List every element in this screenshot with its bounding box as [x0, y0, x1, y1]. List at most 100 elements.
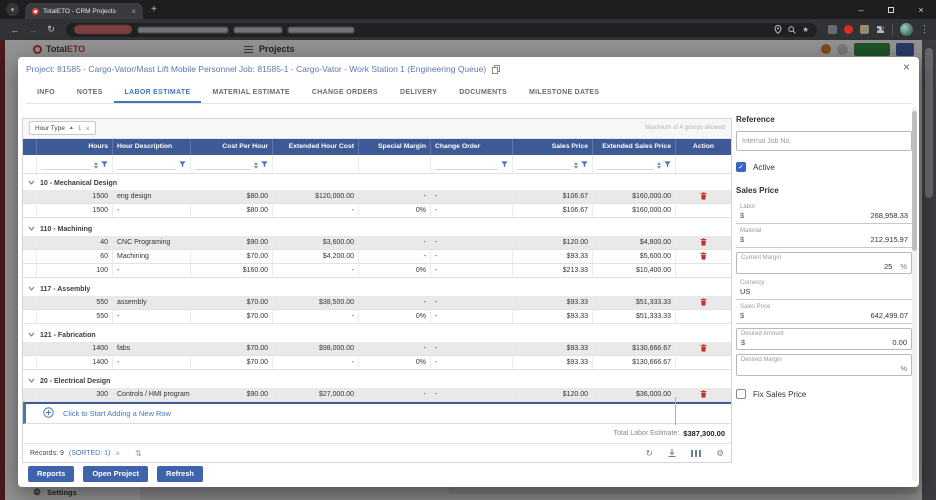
browser-tab[interactable]: TotalETO - CRM Projects × [25, 3, 143, 19]
cell-hour-description[interactable]: CNC Programing [113, 236, 191, 249]
extension-icon[interactable] [844, 25, 853, 34]
cell-extended-sales-price[interactable]: $5,600.00 [593, 250, 676, 263]
filter-cell-extended-sales-price[interactable] [593, 155, 676, 174]
cell-hour-description[interactable]: Controls / HMI program... [113, 388, 191, 401]
maximize-button[interactable] [876, 0, 906, 19]
delete-row-button[interactable] [700, 299, 707, 306]
filter-funnel-icon[interactable] [664, 161, 671, 170]
cell-change-order[interactable]: - [431, 296, 513, 309]
filter-cell-change-order[interactable] [431, 155, 513, 174]
grid-settings-gear-icon[interactable]: ⚙ [716, 448, 724, 459]
filter-funnel-icon[interactable] [101, 161, 108, 170]
column-header-sales-price[interactable]: Sales Price [513, 139, 593, 155]
tab-material-estimate[interactable]: MATERIAL ESTIMATE [201, 83, 300, 103]
zoom-search-icon[interactable] [788, 26, 796, 34]
cell-change-order[interactable]: - [431, 342, 513, 355]
cell-cost-per-hour[interactable]: $70.00 [191, 296, 273, 309]
cell-special-margin[interactable]: - [359, 388, 431, 401]
cell-extended-hour-cost[interactable]: $98,000.00 [273, 342, 359, 355]
add-new-row-button[interactable]: Click to Start Adding a New Row [23, 402, 731, 424]
group-row[interactable]: 110 - Machining [23, 222, 731, 236]
filter-cell-hour-description[interactable] [113, 155, 191, 174]
minimize-button[interactable]: – [846, 0, 876, 19]
filter-cell-sales-price[interactable] [513, 155, 593, 174]
group-row[interactable]: 117 - Assembly [23, 282, 731, 296]
cell-change-order[interactable]: - [431, 250, 513, 263]
column-header-special-margin[interactable]: Special Margin [359, 139, 431, 155]
remove-group-icon[interactable]: × [85, 124, 89, 133]
chevron-down-icon[interactable] [28, 226, 35, 233]
cell-sales-price[interactable]: $93.33 [513, 342, 593, 355]
cell-cost-per-hour[interactable]: $80.00 [191, 190, 273, 203]
cell-sales-price[interactable]: $120.00 [513, 236, 593, 249]
cell-hours[interactable]: 60 [37, 250, 113, 263]
chevron-down-icon[interactable] [28, 332, 35, 339]
close-icon[interactable]: × [903, 60, 910, 74]
browser-scrollbar[interactable] [922, 40, 936, 500]
tab-change-orders[interactable]: CHANGE ORDERS [301, 83, 389, 103]
cell-cost-per-hour[interactable]: $90.00 [191, 236, 273, 249]
cell-extended-hour-cost[interactable]: $27,000.00 [273, 388, 359, 401]
cell-extended-sales-price[interactable]: $160,000.00 [593, 190, 676, 203]
tab-milestone-dates[interactable]: MILESTONE DATES [518, 83, 610, 103]
chevron-down-icon[interactable] [28, 286, 35, 293]
cell-extended-hour-cost[interactable]: $120,000.00 [273, 190, 359, 203]
back-button[interactable]: ← [7, 25, 23, 35]
active-checkbox[interactable]: ✓ [736, 162, 746, 172]
reports-button[interactable]: Reports [28, 466, 74, 482]
cell-change-order[interactable]: - [431, 388, 513, 401]
copy-icon[interactable] [492, 65, 500, 74]
cell-extended-hour-cost[interactable]: $3,600.00 [273, 236, 359, 249]
current-margin-field[interactable]: Current Margin 25% [736, 252, 912, 274]
delete-row-button[interactable] [700, 253, 707, 260]
cell-change-order[interactable]: - [431, 190, 513, 203]
cell-special-margin[interactable]: - [359, 190, 431, 203]
group-row[interactable]: 10 - Mechanical Design [23, 176, 731, 190]
number-spinner-icon[interactable] [574, 162, 578, 169]
number-spinner-icon[interactable] [94, 162, 98, 169]
column-header-extended-sales-price[interactable]: Extended Sales Price [593, 139, 676, 155]
cell-hour-description[interactable]: eng design [113, 190, 191, 203]
filter-input[interactable] [195, 160, 251, 170]
group-row[interactable]: 121 - Fabrication [23, 328, 731, 342]
tab-search-button[interactable]: ▾ [6, 3, 19, 16]
tab-delivery[interactable]: DELIVERY [389, 83, 448, 103]
material-field[interactable]: Material $212,915.97 [736, 226, 912, 248]
desired-margin-field[interactable]: Desired Margin % [736, 354, 912, 376]
filter-cell-hours[interactable] [37, 155, 113, 174]
delete-row-button[interactable] [700, 239, 707, 246]
cell-special-margin[interactable]: - [359, 236, 431, 249]
cell-hour-description[interactable]: fabs [113, 342, 191, 355]
cell-hours[interactable]: 550 [37, 296, 113, 309]
sales-price-field[interactable]: Sales Price $642,499.07 [736, 302, 912, 324]
reload-button[interactable]: ↻ [43, 24, 59, 35]
column-header-hours[interactable]: Hours [37, 139, 113, 155]
cell-hours[interactable]: 300 [37, 388, 113, 401]
cell-special-margin[interactable]: - [359, 296, 431, 309]
desired-amount-field[interactable]: Desired Amount $0.00 [736, 328, 912, 350]
delete-row-button[interactable] [700, 345, 707, 352]
location-pin-icon[interactable] [774, 25, 782, 34]
bookmark-star-icon[interactable]: ★ [802, 26, 809, 34]
filter-cell-cost-per-hour[interactable] [191, 155, 273, 174]
number-spinner-icon[interactable] [657, 162, 661, 169]
download-icon[interactable] [668, 449, 676, 458]
refresh-button[interactable]: Refresh [157, 466, 203, 482]
cell-hours[interactable]: 40 [37, 236, 113, 249]
filter-funnel-icon[interactable] [581, 161, 588, 170]
cell-sales-price[interactable]: $93.33 [513, 250, 593, 263]
number-spinner-icon[interactable] [254, 162, 258, 169]
new-tab-button[interactable]: + [151, 4, 157, 15]
tab-close-icon[interactable]: × [131, 7, 136, 16]
currency-field[interactable]: Currency US [736, 278, 912, 300]
refresh-icon[interactable]: ↻ [646, 448, 653, 459]
cell-extended-sales-price[interactable]: $36,000.00 [593, 388, 676, 401]
column-header-cost-per-hour[interactable]: Cost Per Hour [191, 139, 273, 155]
column-header-action[interactable]: Action [676, 139, 731, 155]
group-row[interactable]: 20 - Electrical Design [23, 374, 731, 388]
cell-change-order[interactable]: - [431, 236, 513, 249]
cell-extended-hour-cost[interactable]: $38,500.00 [273, 296, 359, 309]
tab-labor-estimate[interactable]: LABOR ESTIMATE [114, 83, 202, 103]
cell-extended-sales-price[interactable]: $4,800.00 [593, 236, 676, 249]
extension-icon[interactable] [828, 25, 837, 34]
